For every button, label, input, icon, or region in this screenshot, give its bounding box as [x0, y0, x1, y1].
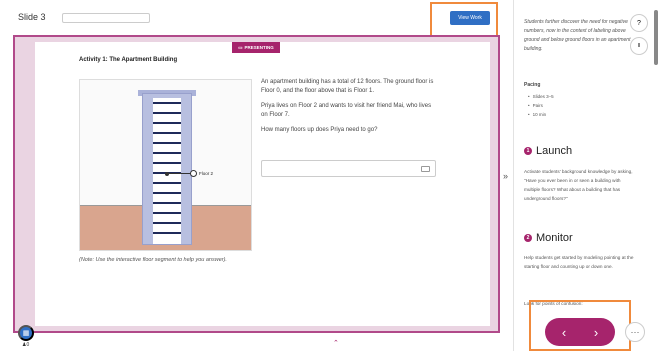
step-one-icon: 1 [524, 147, 532, 155]
floor-marker-label: Floor 2 [199, 171, 214, 176]
step-two-icon: 2 [524, 234, 532, 242]
slide-navigation: ‹ › [545, 318, 615, 346]
slide-label: Slide 3 [18, 12, 46, 22]
problem-question: How many floors up does Priya need to go… [261, 127, 378, 133]
presenting-label: PRESENTING [244, 45, 274, 50]
floor-line [153, 142, 181, 144]
floor-line [153, 232, 181, 234]
launch-text: Activate students' background knowledge … [524, 169, 633, 201]
floor-marker-line [168, 173, 192, 174]
floor-line [153, 192, 181, 194]
pacing-title: Pacing [524, 82, 541, 88]
floor-line [153, 132, 181, 134]
pause-button[interactable]: II [630, 37, 648, 55]
grid-menu-button[interactable]: ▦ [18, 325, 34, 341]
help-button[interactable]: ? [630, 14, 648, 32]
pacing-item: Pairs [528, 101, 554, 110]
grid-icon: ▦ [22, 330, 30, 337]
monitor-heading: 2 Monitor [524, 232, 573, 244]
floor-line [153, 102, 181, 104]
apartment-building-image[interactable]: Floor 2 [79, 79, 252, 251]
floor-line [153, 222, 181, 224]
previous-slide-button[interactable]: ‹ [554, 322, 574, 342]
problem-paragraph: Priya lives on Floor 2 and wants to visi… [261, 103, 432, 118]
presenting-badge: ▭ PRESENTING [232, 42, 280, 53]
launch-title: Launch [536, 145, 573, 157]
panel-scrollbar[interactable] [654, 10, 658, 65]
pacing-list: Slides 3–5 Pairs 10 min [528, 92, 554, 119]
pacing-item: 10 min [528, 110, 554, 119]
activity-title: Activity 1: The Apartment Building [79, 57, 178, 63]
user-count-value: 0 [26, 342, 30, 348]
highlight-view-work [430, 2, 498, 39]
panel-intro: Students further discover the need for n… [524, 19, 631, 52]
floor-line [153, 202, 181, 204]
monitor-text: Help students get started by modeling po… [524, 255, 634, 269]
screen-icon: ▭ [238, 44, 243, 50]
floor-line [153, 152, 181, 154]
keyboard-icon[interactable] [421, 166, 430, 172]
problem-paragraph: An apartment building has a total of 12 … [261, 79, 434, 94]
floor-line [153, 182, 181, 184]
user-count: ♟0 [22, 342, 29, 348]
next-slide-button[interactable]: › [586, 322, 606, 342]
slide-frame: ▭ PRESENTING Activity 1: The Apartment B… [13, 35, 500, 333]
floor-line [153, 112, 181, 114]
slide-title-field[interactable] [62, 13, 150, 23]
floor-line [153, 212, 181, 214]
chevron-up-icon[interactable]: ⌃ [333, 339, 339, 347]
problem-text: An apartment building has a total of 12 … [261, 78, 436, 141]
slide-content: ▭ PRESENTING Activity 1: The Apartment B… [35, 42, 490, 326]
more-options-button[interactable]: ··· [625, 322, 645, 342]
floor-marker-handle[interactable] [190, 170, 197, 177]
pacing-item: Slides 3–5 [528, 92, 554, 101]
expand-panel-icon[interactable]: » [503, 171, 508, 181]
floor-line [153, 122, 181, 124]
launch-heading: 1 Launch [524, 145, 572, 157]
monitor-title: Monitor [536, 232, 573, 244]
floor-line [153, 162, 181, 164]
note-text: (Note: Use the interactive floor segment… [79, 257, 227, 263]
answer-input[interactable] [261, 160, 436, 177]
